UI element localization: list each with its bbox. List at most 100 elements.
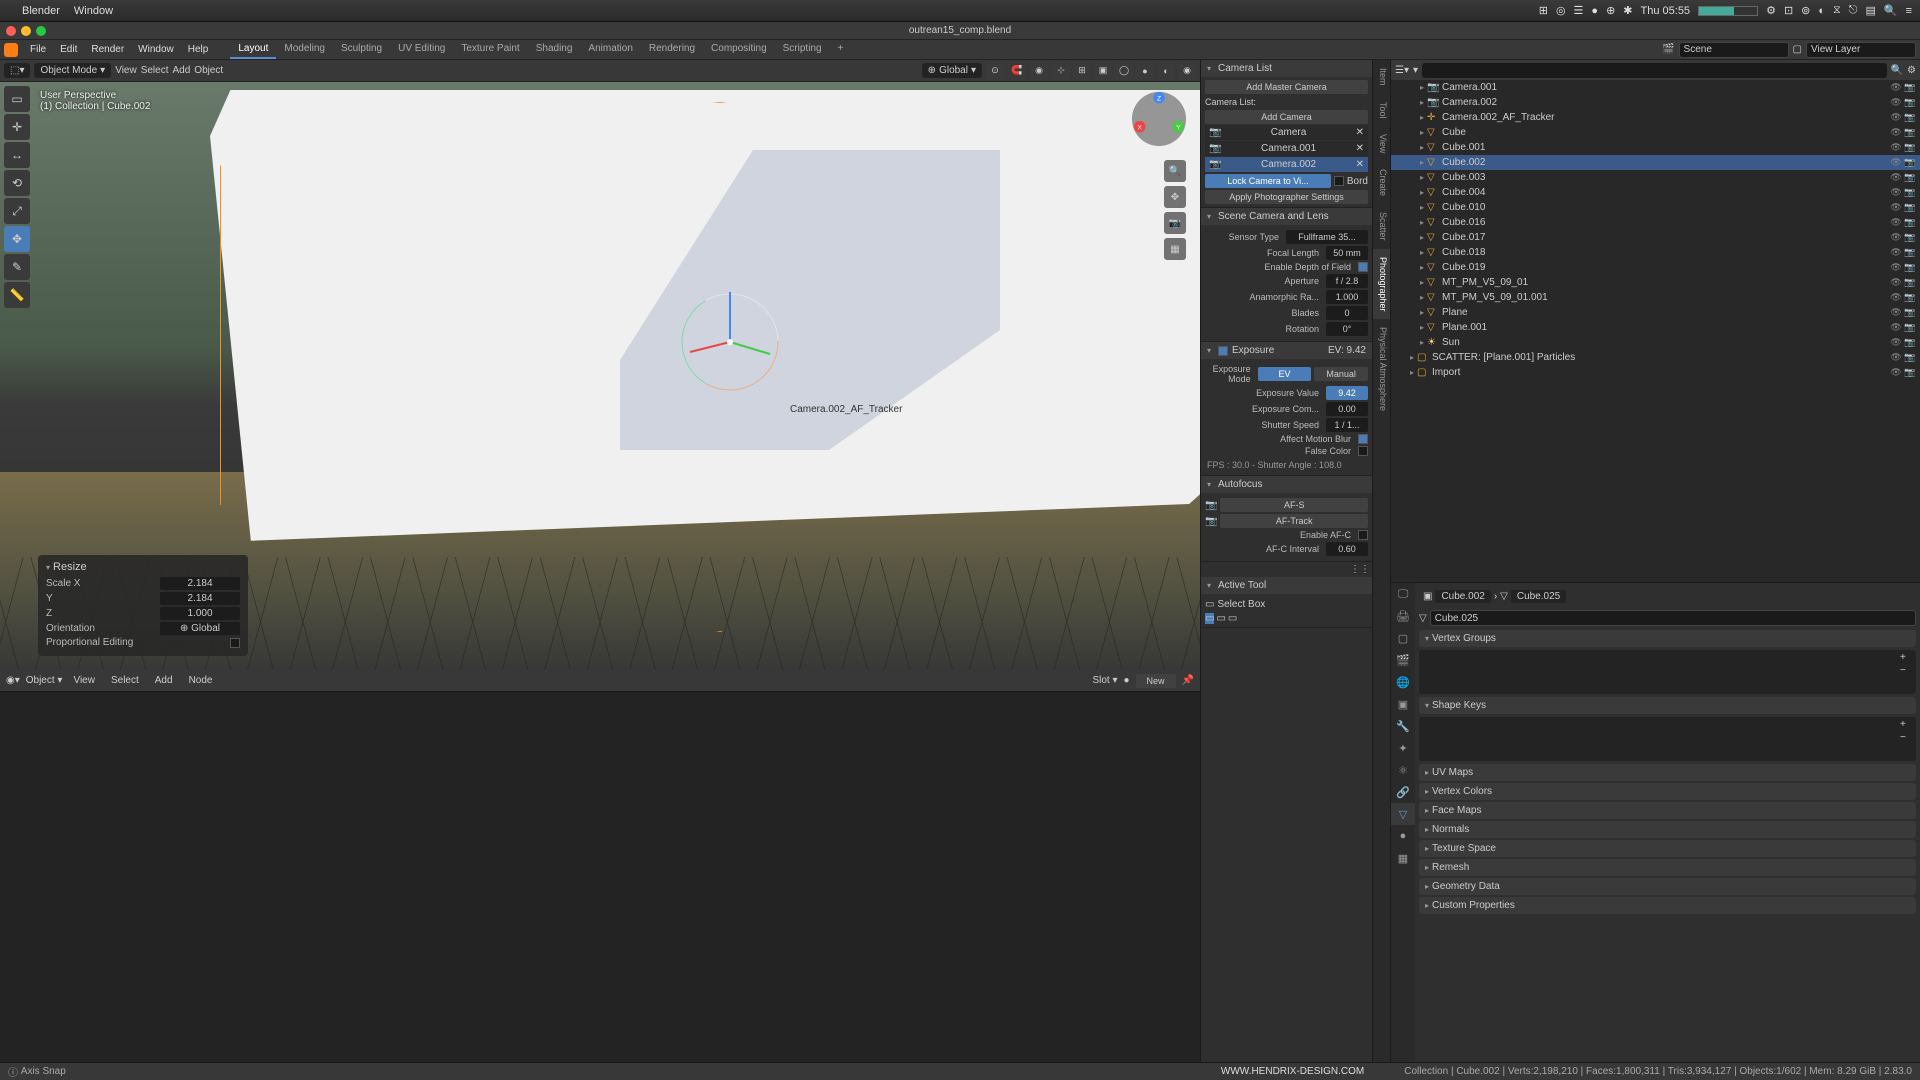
npanel-tab-create[interactable]: Create (1373, 161, 1390, 204)
npanel-tab-view[interactable]: View (1373, 126, 1390, 161)
outliner-row[interactable]: ▸▽Cube.018👁📷 (1391, 245, 1920, 260)
outliner-row[interactable]: ▸✛Camera.002_AF_Tracker👁📷 (1391, 110, 1920, 125)
vp-menu-add[interactable]: Add (173, 65, 191, 76)
nav-persp-icon[interactable]: ▦ (1164, 238, 1186, 260)
tool-select[interactable]: ▭ (4, 86, 30, 112)
menubar-icon[interactable]: ▤ (1865, 4, 1875, 17)
false-color-checkbox[interactable] (1358, 446, 1368, 456)
close-icon[interactable]: ✕ (1356, 127, 1364, 138)
select-extend[interactable]: ▭ (1216, 613, 1225, 624)
sk-add[interactable]: + (1900, 719, 1914, 730)
menubar-icon[interactable]: ◎ (1556, 4, 1566, 17)
shading-rendered[interactable]: ◉ (1178, 62, 1196, 80)
menubar-icon[interactable]: ✱ (1623, 4, 1632, 17)
menu-window[interactable]: Window (132, 42, 180, 57)
exp-mode-manual[interactable]: Manual (1314, 367, 1368, 381)
anamorphic-value[interactable]: 1.000 (1326, 290, 1368, 304)
sh-menu-add[interactable]: Add (150, 673, 178, 688)
tab-shading[interactable]: Shading (528, 40, 581, 59)
outliner-row[interactable]: ▸📷Camera.001👁📷 (1391, 80, 1920, 95)
tab-add[interactable]: + (830, 40, 852, 59)
shading-wire[interactable]: ◯ (1115, 62, 1133, 80)
outliner-row[interactable]: ▸▽Cube.010👁📷 (1391, 200, 1920, 215)
close-icon[interactable]: ✕ (1356, 159, 1364, 170)
operator-panel[interactable]: Resize Scale X2.184 Y2.184 Z1.000 Orient… (38, 555, 248, 656)
bord-checkbox[interactable] (1334, 176, 1344, 186)
ptab-output[interactable]: 🖨 (1391, 605, 1415, 627)
mode-dropdown[interactable]: Object Mode ▾ (34, 63, 111, 78)
scale-y-value[interactable]: 2.184 (160, 592, 240, 605)
npanel-tab-photographer[interactable]: Photographer (1373, 249, 1390, 320)
xray-toggle[interactable]: ▣ (1094, 62, 1112, 80)
outliner-row[interactable]: ▸▽Plane👁📷 (1391, 305, 1920, 320)
outliner-row[interactable]: ▸▽Cube.002👁📷 (1391, 155, 1920, 170)
select-subtract[interactable]: ▭ (1228, 613, 1237, 624)
tool-move[interactable]: ↔ (4, 142, 30, 168)
search-icon[interactable]: 🔍 (1884, 4, 1898, 17)
tab-animation[interactable]: Animation (580, 40, 640, 59)
menubar-icon[interactable]: ⚙ (1766, 4, 1776, 17)
sk-remove[interactable]: − (1900, 732, 1914, 743)
menubar-icon[interactable]: ● (1591, 5, 1598, 17)
tool-transform[interactable]: ✥ (4, 226, 30, 252)
shading-solid[interactable]: ● (1136, 62, 1154, 80)
select-new[interactable]: ▭ (1205, 613, 1214, 624)
sec-face-maps[interactable]: Face Maps (1419, 802, 1916, 819)
close-icon[interactable]: ✕ (1356, 143, 1364, 154)
wifi-icon[interactable]: ⊚ (1801, 4, 1810, 17)
slot-dropdown[interactable]: Slot ▾ (1092, 675, 1117, 686)
add-master-camera-button[interactable]: Add Master Camera (1205, 80, 1368, 94)
outliner-row[interactable]: ▸▽Cube.016👁📷 (1391, 215, 1920, 230)
ptab-material[interactable]: ● (1391, 825, 1415, 847)
sec-uv-maps[interactable]: UV Maps (1419, 764, 1916, 781)
3d-viewport[interactable]: ⬚▾ Object Mode ▾ View Select Add Object … (0, 60, 1200, 670)
nav-camera-icon[interactable]: 📷 (1164, 212, 1186, 234)
tab-modeling[interactable]: Modeling (276, 40, 333, 59)
menubar-icon[interactable]: ≡ (1906, 5, 1912, 17)
camera-item[interactable]: 📷Camera✕ (1205, 125, 1368, 140)
exposure-value[interactable]: 9.42 (1326, 386, 1368, 400)
npanel-tab-tool[interactable]: Tool (1373, 94, 1390, 127)
blender-logo-icon[interactable] (4, 43, 18, 57)
sec-texture-space[interactable]: Texture Space (1419, 840, 1916, 857)
tab-sculpting[interactable]: Sculpting (333, 40, 390, 59)
mac-window[interactable]: Window (74, 5, 113, 17)
sec-remesh[interactable]: Remesh (1419, 859, 1916, 876)
vp-menu-view[interactable]: View (115, 65, 137, 76)
menu-file[interactable]: File (24, 42, 52, 57)
new-material-button[interactable]: New (1136, 674, 1176, 688)
overlay-toggle[interactable]: ⊞ (1073, 62, 1091, 80)
exposure-header[interactable]: ExposureEV: 9.42 (1201, 342, 1372, 359)
shading-matpre[interactable]: ◐ (1157, 62, 1175, 80)
npanel-tab-item[interactable]: Item (1373, 60, 1390, 94)
camera-item[interactable]: 📷Camera.001✕ (1205, 141, 1368, 156)
menubar-icon[interactable]: ◐ (1818, 5, 1825, 17)
menu-help[interactable]: Help (182, 42, 215, 57)
pivot-icon[interactable]: ⊙ (986, 62, 1004, 80)
tool-measure[interactable]: 📏 (4, 282, 30, 308)
filter-icon[interactable]: 🔍 (1891, 65, 1903, 76)
editor-type-dropdown[interactable]: ⬚▾ (4, 63, 30, 78)
outliner-row[interactable]: ▸▽Cube.004👁📷 (1391, 185, 1920, 200)
motion-blur-checkbox[interactable] (1358, 434, 1368, 444)
menubar-icon[interactable]: ⊕ (1606, 4, 1615, 17)
menubar-icon[interactable]: ☰ (1574, 4, 1584, 17)
scene-name-input[interactable] (1679, 42, 1789, 58)
nav-gizmo[interactable]: Z X Y (1130, 90, 1188, 148)
mac-app[interactable]: Blender (22, 5, 60, 17)
sensor-dropdown[interactable]: Fullframe 35... (1286, 230, 1368, 244)
snap-icon[interactable]: 🧲 (1008, 62, 1026, 80)
nav-zoom-icon[interactable]: 🔍 (1164, 160, 1186, 182)
sec-vertex-groups[interactable]: Vertex Groups (1419, 630, 1916, 647)
rotation-value[interactable]: 0° (1326, 322, 1368, 336)
tab-scripting[interactable]: Scripting (775, 40, 830, 59)
gizmo-toggle[interactable]: ⊹ (1052, 62, 1070, 80)
menubar-icon[interactable]: ⊞ (1539, 4, 1548, 17)
orient-value[interactable]: ⊕ Global (160, 622, 240, 635)
outliner-row[interactable]: ▸☀Sun👁📷 (1391, 335, 1920, 350)
tool-annotate[interactable]: ✎ (4, 254, 30, 280)
tab-uv[interactable]: UV Editing (390, 40, 453, 59)
outliner-row[interactable]: ▸▽MT_PM_V5_09_01.001👁📷 (1391, 290, 1920, 305)
vp-menu-select[interactable]: Select (141, 65, 169, 76)
sh-menu-select[interactable]: Select (106, 673, 144, 688)
